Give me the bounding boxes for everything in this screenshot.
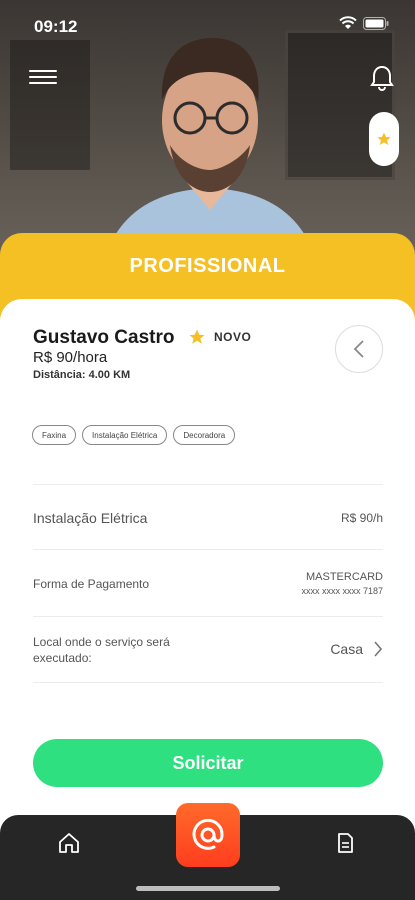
request-button[interactable]: Solicitar xyxy=(33,739,383,787)
wifi-icon xyxy=(339,16,357,29)
service-tags: Faxina Instalação Elétrica Decoradora xyxy=(32,425,236,445)
page-title: PROFISSIONAL xyxy=(129,255,286,277)
service-tag[interactable]: Decoradora xyxy=(173,425,236,445)
service-tag[interactable]: Faxina xyxy=(32,425,77,445)
star-icon xyxy=(377,132,391,145)
status-icons xyxy=(339,16,389,30)
bell-icon[interactable] xyxy=(369,64,395,92)
card-number: xxxx xxxx xxxx 7187 xyxy=(301,586,383,596)
status-time: 09:12 xyxy=(34,17,78,36)
location-selector[interactable]: Casa xyxy=(330,640,383,658)
center-nav-button[interactable] xyxy=(176,803,240,867)
menu-icon xyxy=(29,70,57,72)
divider xyxy=(33,549,383,550)
professional-name: Gustavo Castro xyxy=(33,327,175,348)
hourly-price: R$ 90/hora xyxy=(33,349,108,366)
menu-icon xyxy=(29,82,57,84)
divider xyxy=(33,682,383,683)
service-tag[interactable]: Instalação Elétrica xyxy=(82,425,168,445)
home-icon[interactable] xyxy=(57,831,81,855)
favorite-button[interactable] xyxy=(369,112,399,166)
payment-brand: MASTERCARD xyxy=(305,571,383,583)
battery-icon xyxy=(363,16,389,30)
chevron-left-icon xyxy=(353,340,364,358)
background-window xyxy=(10,40,90,170)
chevron-right-icon xyxy=(374,641,383,657)
distance: Distância: 4.00 KM xyxy=(33,369,131,381)
home-indicator xyxy=(136,886,280,891)
menu-button[interactable] xyxy=(29,66,57,90)
document-icon[interactable] xyxy=(333,831,357,855)
location-label: Local onde o serviço será executado: xyxy=(33,635,170,665)
divider xyxy=(33,484,383,485)
menu-icon xyxy=(29,76,57,78)
payment-label: Forma de Pagamento xyxy=(33,577,150,591)
location-value: Casa xyxy=(330,641,363,657)
back-button[interactable] xyxy=(335,325,383,373)
at-sign-icon xyxy=(192,818,224,850)
star-icon xyxy=(189,329,205,344)
divider xyxy=(33,616,383,617)
service-price: R$ 90/h xyxy=(340,511,383,525)
status-badge: NOVO xyxy=(214,330,252,344)
service-label: Instalação Elétrica xyxy=(33,510,148,526)
status-bar: 09:12 xyxy=(0,0,415,50)
payment-method[interactable]: MASTERCARD xxxx xxxx xxxx 7187 xyxy=(301,570,383,598)
